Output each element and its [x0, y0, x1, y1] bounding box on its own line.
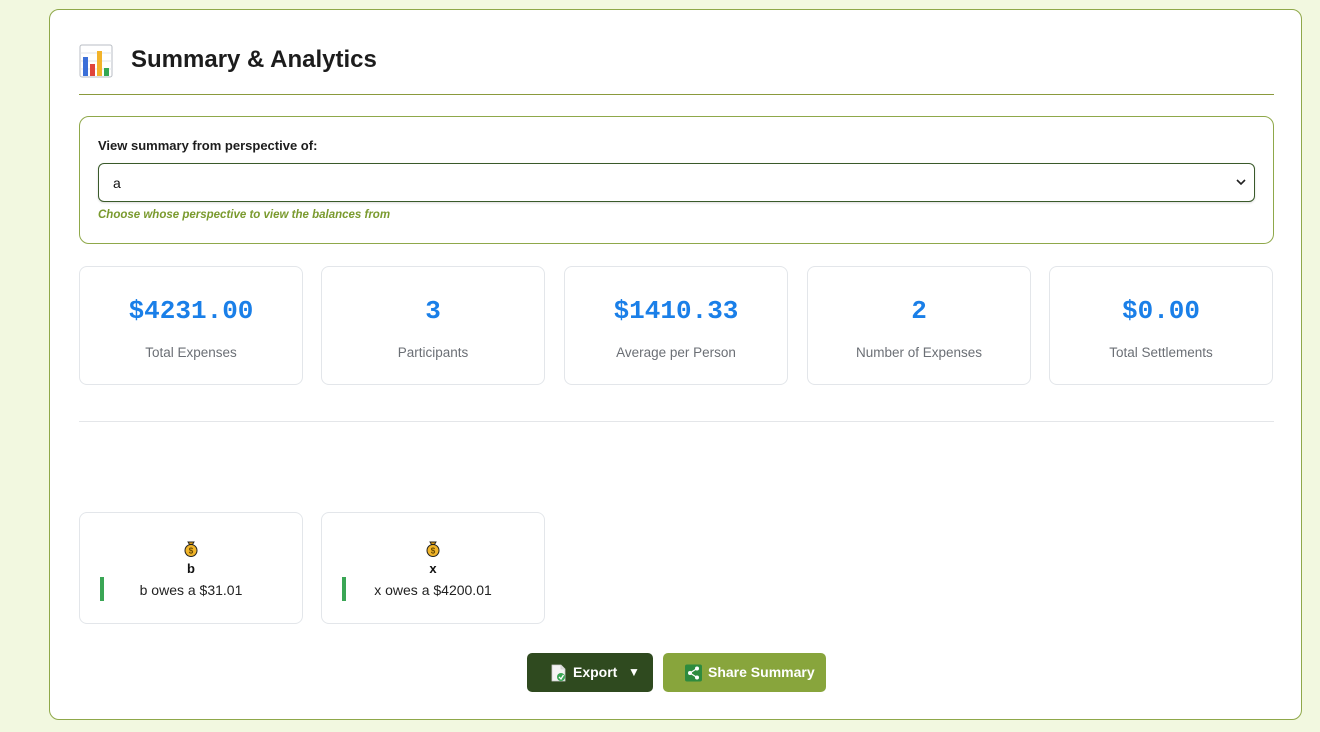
balance-person-name: x: [429, 561, 437, 576]
stat-label: Average per Person: [616, 345, 736, 360]
money-bag-icon: $: [426, 541, 440, 557]
document-export-icon: [551, 664, 566, 682]
balance-card-b: $ b b owes a $31.01: [79, 512, 303, 624]
summary-panel: Summary & Analytics View summary from pe…: [49, 9, 1302, 720]
svg-text:$: $: [189, 547, 194, 556]
stat-label: Participants: [397, 345, 469, 360]
balance-text: x owes a $4200.01: [374, 582, 492, 598]
perspective-select-value: a: [113, 175, 121, 191]
perspective-select[interactable]: a: [98, 163, 1255, 202]
balance-text: b owes a $31.01: [139, 582, 243, 598]
stat-card-participants: 3 Participants: [321, 266, 545, 385]
stat-label: Total Settlements: [1109, 345, 1213, 360]
stat-value: 2: [911, 296, 927, 326]
stat-card-total-settlements: $0.00 Total Settlements: [1049, 266, 1273, 385]
section-divider: [79, 421, 1274, 422]
perspective-selector: View summary from perspective of: a Choo…: [79, 116, 1274, 244]
stat-card-number-of-expenses: 2 Number of Expenses: [807, 266, 1031, 385]
stat-value: $4231.00: [128, 296, 254, 326]
share-summary-button-label: Share Summary: [708, 664, 815, 680]
share-icon: [685, 664, 702, 682]
bar-chart-icon: [79, 44, 113, 78]
stat-card-average-per-person: $1410.33 Average per Person: [564, 266, 788, 385]
summary-header: Summary & Analytics: [79, 40, 1274, 95]
balance-card-x: $ x x owes a $4200.01: [321, 512, 545, 624]
stat-card-total-expenses: $4231.00 Total Expenses: [79, 266, 303, 385]
chevron-down-icon: [1236, 179, 1246, 186]
export-button-label: Export: [573, 664, 618, 680]
money-bag-icon: $: [184, 541, 198, 557]
balance-person-name: b: [187, 561, 195, 576]
perspective-label: View summary from perspective of:: [98, 138, 318, 153]
export-button[interactable]: Export ▼: [527, 653, 653, 692]
stat-label: Total Expenses: [145, 345, 237, 360]
page-title: Summary & Analytics: [131, 46, 377, 73]
stat-value: $0.00: [1121, 296, 1200, 326]
export-dropdown-caret[interactable]: ▼: [628, 665, 640, 679]
stat-label: Number of Expenses: [855, 345, 983, 360]
stat-value: $1410.33: [613, 296, 739, 326]
perspective-hint: Choose whose perspective to view the bal…: [98, 209, 391, 221]
stat-value: 3: [425, 296, 441, 326]
svg-text:$: $: [431, 547, 436, 556]
share-summary-button[interactable]: Share Summary: [663, 653, 826, 692]
